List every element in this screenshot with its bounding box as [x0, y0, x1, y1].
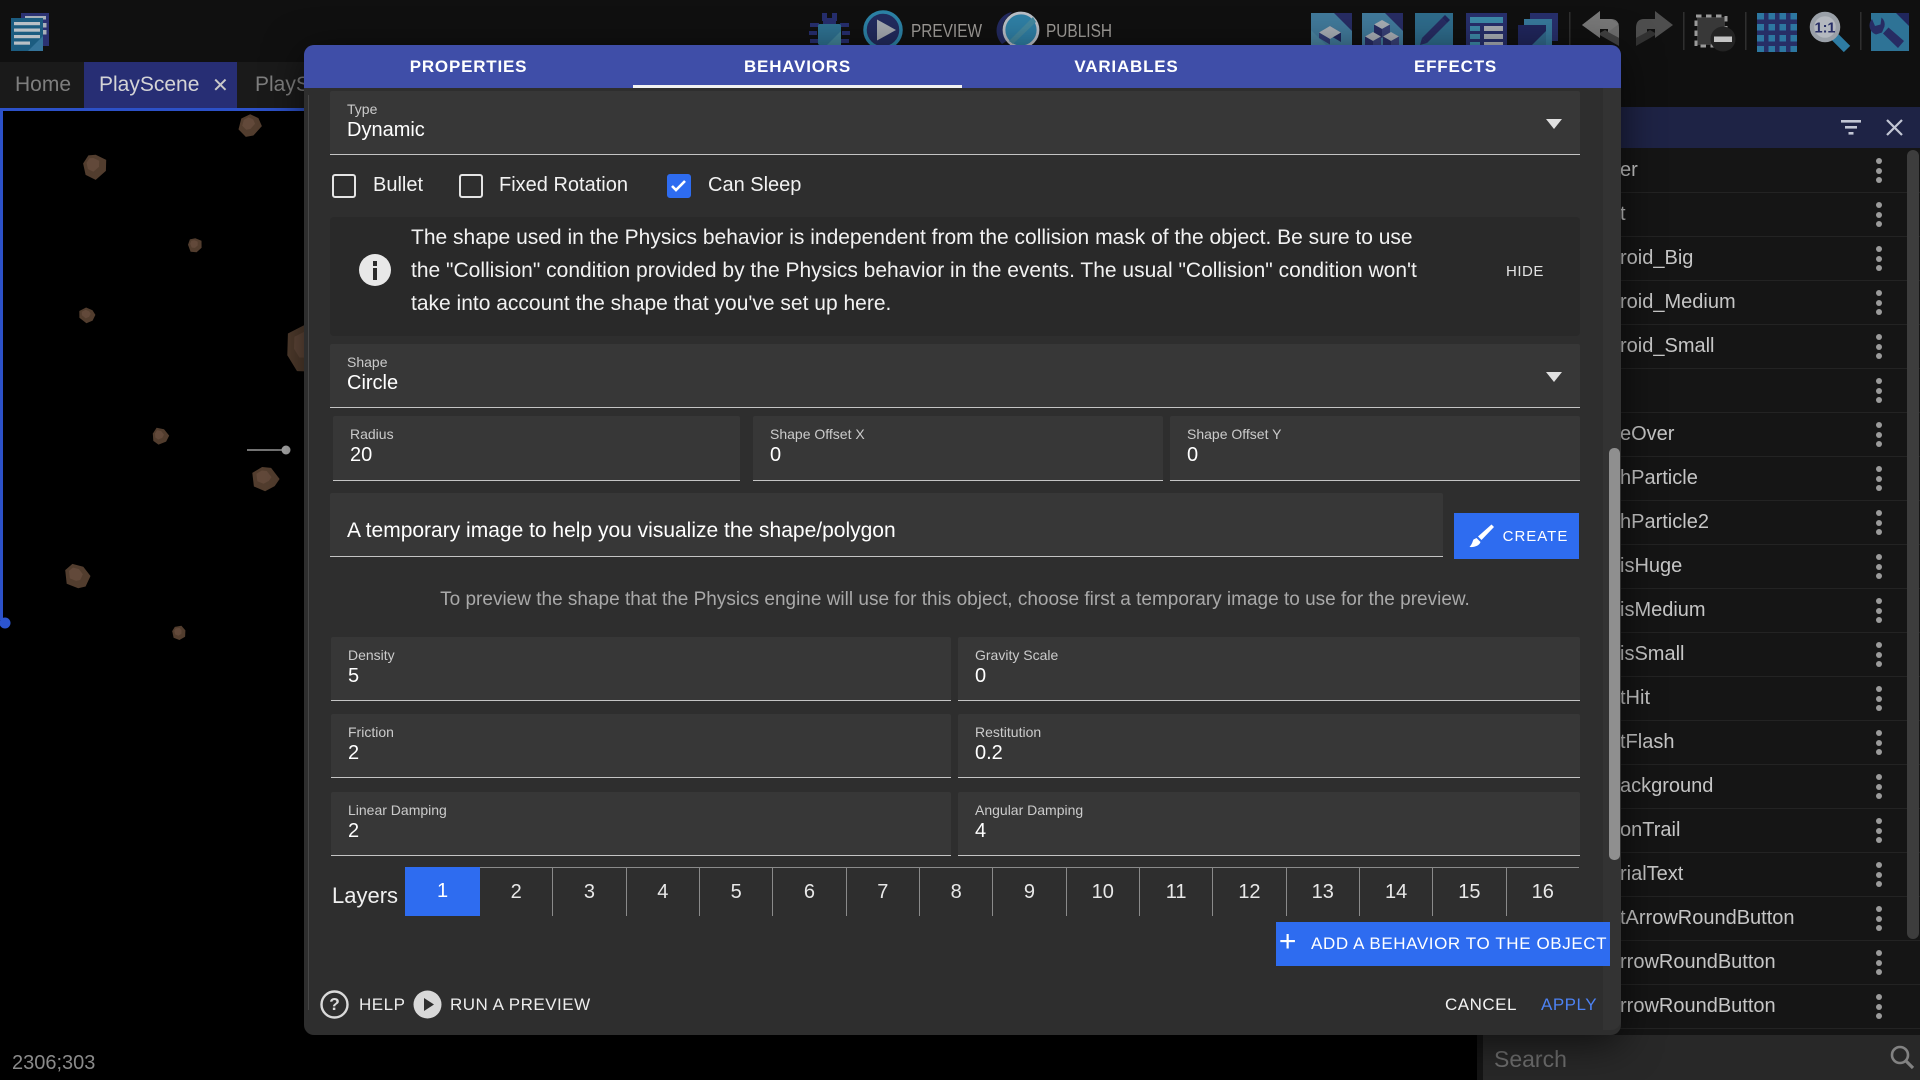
- svg-text:PUBLISH: PUBLISH: [1046, 21, 1112, 41]
- svg-text:PREVIEW: PREVIEW: [911, 21, 982, 41]
- svg-text:?: ?: [329, 994, 340, 1014]
- svg-text:1:1: 1:1: [1815, 21, 1836, 37]
